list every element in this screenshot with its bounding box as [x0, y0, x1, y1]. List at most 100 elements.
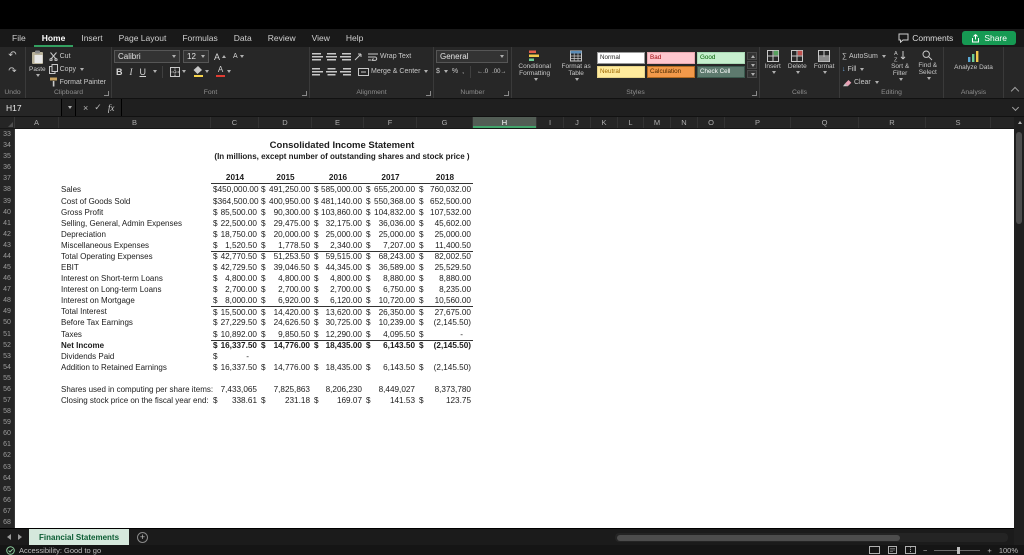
cell-year-2015[interactable]: 2015: [259, 173, 312, 185]
cell-g50[interactable]: $ (2,145.50): [417, 317, 473, 328]
conditional-formatting-button[interactable]: Conditional Formatting: [514, 49, 555, 82]
column-header-c[interactable]: C: [211, 117, 259, 128]
column-header-o[interactable]: O: [698, 117, 725, 128]
cell-f50[interactable]: $10,239.00: [364, 317, 417, 328]
vertical-scrollbar[interactable]: [1014, 117, 1024, 545]
gallery-up-button[interactable]: [747, 52, 757, 60]
cell-b42[interactable]: Depreciation: [59, 229, 211, 240]
cell-c51[interactable]: $10,892.00: [211, 329, 259, 340]
styles-dialog-launcher[interactable]: [752, 91, 757, 96]
cell-e42[interactable]: $25,000.00: [312, 229, 364, 240]
cell-f57[interactable]: $141.53: [364, 395, 417, 406]
cell-e38[interactable]: $585,000.00: [312, 184, 364, 195]
cell-f52[interactable]: $6,143.50: [364, 341, 417, 351]
row-header-56[interactable]: 56: [0, 384, 14, 395]
column-header-s[interactable]: S: [926, 117, 991, 128]
row-header-60[interactable]: 60: [0, 428, 14, 439]
cell-g49[interactable]: $27,675.00: [417, 307, 473, 317]
cell-e39[interactable]: $481,140.00: [312, 196, 364, 207]
menu-tab-file[interactable]: File: [4, 29, 34, 47]
sort-filter-button[interactable]: AZ Sort & Filter: [888, 49, 913, 82]
cell-b41[interactable]: Selling, General, Admin Expenses: [59, 218, 211, 229]
cell-b47[interactable]: Interest on Long-term Loans: [59, 284, 211, 295]
delete-cells-button[interactable]: Delete: [787, 49, 808, 75]
underline-dropdown-arrow[interactable]: [153, 70, 157, 73]
row-header-48[interactable]: 48: [0, 295, 14, 306]
cell-d53[interactable]: [259, 351, 312, 362]
cell-d49[interactable]: $14,420.00: [259, 307, 312, 317]
share-button[interactable]: Share: [962, 31, 1016, 45]
row-header-46[interactable]: 46: [0, 273, 14, 284]
cancel-button[interactable]: ×: [83, 103, 88, 113]
column-header-p[interactable]: P: [725, 117, 791, 128]
wrap-text-button[interactable]: Wrap Text: [368, 51, 411, 63]
menu-tab-insert[interactable]: Insert: [73, 29, 110, 47]
row-header-44[interactable]: 44: [0, 251, 14, 262]
cell-d43[interactable]: $1,778.50: [259, 240, 312, 251]
scroll-up-arrow[interactable]: [1014, 117, 1024, 128]
font-color-button[interactable]: A: [214, 65, 233, 78]
analyze-data-button[interactable]: Analyze Data: [949, 49, 999, 72]
cell-c39[interactable]: $364,500.00: [211, 196, 259, 207]
cell-c53[interactable]: $ -: [211, 351, 259, 362]
normal-view-icon[interactable]: [869, 546, 881, 554]
paste-button[interactable]: Paste: [28, 49, 47, 78]
align-left-icon[interactable]: [312, 67, 323, 76]
menu-tab-view[interactable]: View: [304, 29, 338, 47]
cell-e46[interactable]: $4,800.00: [312, 273, 364, 284]
fill-color-button[interactable]: [191, 65, 211, 78]
align-right-icon[interactable]: [340, 67, 351, 76]
page-layout-view-icon[interactable]: [887, 546, 898, 554]
format-cells-button[interactable]: Format: [813, 49, 836, 75]
cell-e51[interactable]: $12,290.00: [312, 329, 364, 340]
italic-button[interactable]: I: [128, 67, 135, 77]
gallery-more-button[interactable]: [747, 70, 757, 78]
row-header-68[interactable]: 68: [0, 517, 14, 528]
row-header-39[interactable]: 39: [0, 196, 14, 207]
cell-d38[interactable]: $491,250.00: [259, 184, 312, 195]
row-header-35[interactable]: 35: [0, 151, 14, 162]
cell-b38[interactable]: Sales: [59, 184, 211, 195]
cell-b44[interactable]: Total Operating Expenses: [59, 251, 211, 262]
cell-e44[interactable]: $59,515.00: [312, 252, 364, 262]
cell-f43[interactable]: $7,207.00: [364, 240, 417, 251]
gallery-down-button[interactable]: [747, 61, 757, 69]
cell-f45[interactable]: $36,589.00: [364, 262, 417, 273]
cell-g56[interactable]: 8,373,780: [417, 384, 473, 395]
cut-button[interactable]: Cut: [49, 50, 106, 62]
cell-g38[interactable]: $760,032.00: [417, 184, 473, 195]
zoom-out-button[interactable]: −: [923, 546, 927, 555]
column-header-i[interactable]: I: [537, 117, 564, 128]
next-sheet-arrow[interactable]: [18, 534, 22, 540]
cell-d54[interactable]: $14,776.00: [259, 362, 312, 373]
row-header-50[interactable]: 50: [0, 317, 14, 328]
align-top-icon[interactable]: [312, 52, 323, 61]
cell-c41[interactable]: $22,500.00: [211, 218, 259, 229]
cell-e52[interactable]: $18,435.00: [312, 341, 364, 351]
page-break-view-icon[interactable]: [905, 546, 917, 554]
increase-decimal-button[interactable]: ←.0: [477, 66, 488, 78]
cell-c47[interactable]: $2,700.00: [211, 284, 259, 295]
cell-f42[interactable]: $25,000.00: [364, 229, 417, 240]
cell-g48[interactable]: $10,560.00: [417, 295, 473, 306]
increase-font-size-button[interactable]: A: [212, 52, 228, 62]
cell-b53[interactable]: Dividends Paid: [59, 351, 211, 362]
row-header-38[interactable]: 38: [0, 184, 14, 195]
font-dialog-launcher[interactable]: [302, 91, 307, 96]
cell-g40[interactable]: $107,532.00: [417, 207, 473, 218]
font-size-select[interactable]: 12: [183, 50, 209, 63]
cell-e54[interactable]: $18,435.00: [312, 362, 364, 373]
select-all-corner[interactable]: [0, 117, 15, 128]
collapse-ribbon-button[interactable]: [1010, 86, 1020, 96]
column-header-h[interactable]: H: [473, 117, 537, 128]
cell-style-good[interactable]: Good: [697, 52, 745, 64]
cell-g45[interactable]: $25,529.50: [417, 262, 473, 273]
cell-g42[interactable]: $25,000.00: [417, 229, 473, 240]
fill-button[interactable]: ↓ Fill: [842, 63, 886, 75]
merge-center-button[interactable]: Merge & Center: [358, 66, 429, 78]
cell-b51[interactable]: Taxes: [59, 329, 211, 340]
spreadsheet-grid[interactable]: 33 34 35 36 37 38 39 40 41 42 43 44 45 46 47 48 49 50 51 52…: [0, 129, 1014, 528]
name-box[interactable]: H17: [0, 99, 62, 116]
cell-f49[interactable]: $26,350.00: [364, 307, 417, 317]
number-format-select[interactable]: General: [436, 50, 508, 63]
